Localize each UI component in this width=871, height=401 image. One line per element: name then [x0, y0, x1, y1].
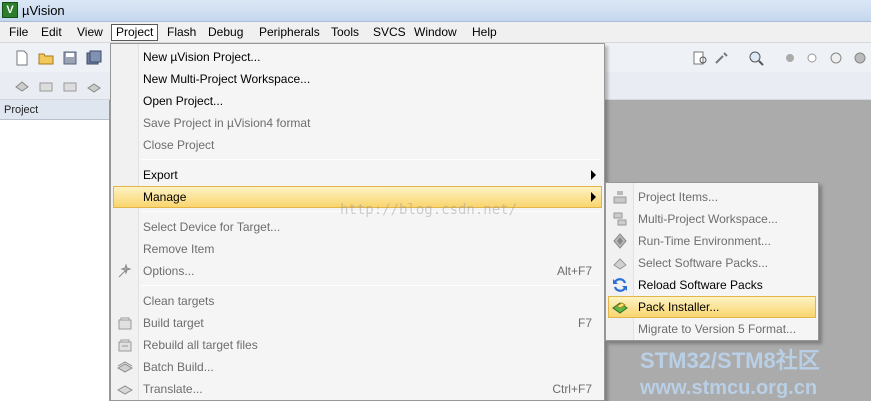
submenu-arrow-icon [591, 192, 596, 202]
menu-item-export[interactable]: Export [113, 164, 602, 186]
site-brand-watermark: STM32/STM8社区 www.stmcu.org.cn [640, 343, 820, 400]
menu-debug[interactable]: Debug [203, 24, 248, 41]
submenu-arrow-icon [591, 170, 596, 180]
save-all-icon[interactable] [86, 50, 102, 66]
title-bar: V µVision [0, 0, 871, 22]
debug-stop-icon[interactable] [852, 50, 868, 66]
select-packs-icon [613, 258, 627, 270]
submenu-item-pack-installer[interactable]: Pack Installer... [608, 296, 816, 318]
menu-item-options: Options... Alt+F7 [113, 260, 602, 282]
tools-icon[interactable] [714, 50, 730, 66]
app-logo-icon: V [2, 2, 18, 18]
menu-item-close-project: Close Project [143, 138, 215, 152]
pack-installer-icon [612, 302, 628, 314]
menu-item-rebuild-all: Rebuild all target files [113, 334, 602, 356]
menu-separator [141, 159, 600, 160]
project-panel: Project [0, 100, 110, 401]
debug-white-dot-icon[interactable] [804, 50, 820, 66]
find-in-files-icon[interactable] [692, 50, 708, 66]
reload-icon [613, 278, 627, 292]
menu-view[interactable]: View [72, 24, 108, 41]
rte-icon [613, 233, 627, 249]
submenu-item-migrate-v5: Migrate to Version 5 Format... [638, 322, 797, 336]
build-toolbar-icon[interactable] [38, 78, 54, 94]
menu-file[interactable]: File [4, 24, 33, 41]
project-panel-title: Project [0, 100, 109, 120]
menu-project[interactable]: Project [111, 24, 159, 41]
menu-item-new-project[interactable]: New µVision Project... [113, 46, 602, 68]
new-file-icon[interactable] [14, 50, 30, 66]
menu-item-build-target: Build target F7 [113, 312, 602, 334]
menu-item-select-device: Select Device for Target... [143, 220, 281, 234]
translate-toolbar-icon[interactable] [14, 78, 30, 94]
batch-build-icon [117, 361, 133, 373]
submenu-item-run-time-environment: Run-Time Environment... [608, 230, 816, 252]
rebuild-icon [118, 339, 132, 352]
options-wand-icon [118, 263, 132, 278]
batch-build-toolbar-icon[interactable] [86, 78, 102, 94]
menu-flash[interactable]: Flash [162, 24, 201, 41]
window-title: µVision [22, 3, 65, 18]
project-menu: New µVision Project... New Multi-Project… [110, 43, 605, 401]
menu-item-save-project-v4: Save Project in µVision4 format [143, 116, 311, 130]
submenu-item-multi-project-workspace: Multi-Project Workspace... [608, 208, 816, 230]
manage-submenu: Project Items... Multi-Project Workspace… [605, 182, 819, 341]
menu-item-remove-item: Remove Item [143, 242, 215, 256]
menu-separator [141, 285, 600, 286]
project-items-icon [613, 191, 627, 204]
debug-step-icon[interactable] [828, 50, 844, 66]
build-icon [118, 317, 132, 330]
debug-gray-dot-icon[interactable] [782, 50, 798, 66]
brand-line-1: STM32/STM8社区 [640, 348, 820, 373]
menu-edit[interactable]: Edit [36, 24, 67, 41]
open-folder-icon[interactable] [38, 50, 54, 66]
menu-help[interactable]: Help [467, 24, 502, 41]
brand-line-2: www.stmcu.org.cn [640, 377, 818, 399]
menu-item-clean-targets: Clean targets [143, 294, 215, 308]
zoom-icon[interactable] [748, 50, 764, 66]
menu-svcs[interactable]: SVCS [368, 24, 411, 41]
submenu-item-project-items: Project Items... [608, 186, 816, 208]
menu-peripherals[interactable]: Peripherals [254, 24, 325, 41]
menu-bar: File Edit View Project Flash Debug Perip… [0, 22, 871, 43]
translate-icon [117, 385, 133, 395]
rebuild-toolbar-icon[interactable] [62, 78, 78, 94]
menu-item-batch-build: Batch Build... [113, 356, 602, 378]
menu-tools[interactable]: Tools [326, 24, 364, 41]
save-icon[interactable] [62, 50, 78, 66]
blog-url-watermark: http://blog.csdn.net/ [340, 202, 518, 218]
menu-item-new-workspace[interactable]: New Multi-Project Workspace... [113, 68, 602, 90]
menu-window[interactable]: Window [409, 24, 462, 41]
menu-item-open-project[interactable]: Open Project... [113, 90, 602, 112]
submenu-item-reload-software-packs[interactable]: Reload Software Packs [608, 274, 816, 296]
submenu-item-select-software-packs: Select Software Packs... [608, 252, 816, 274]
workspace-icon [613, 212, 627, 226]
menu-item-translate: Translate... Ctrl+F7 [113, 378, 602, 400]
